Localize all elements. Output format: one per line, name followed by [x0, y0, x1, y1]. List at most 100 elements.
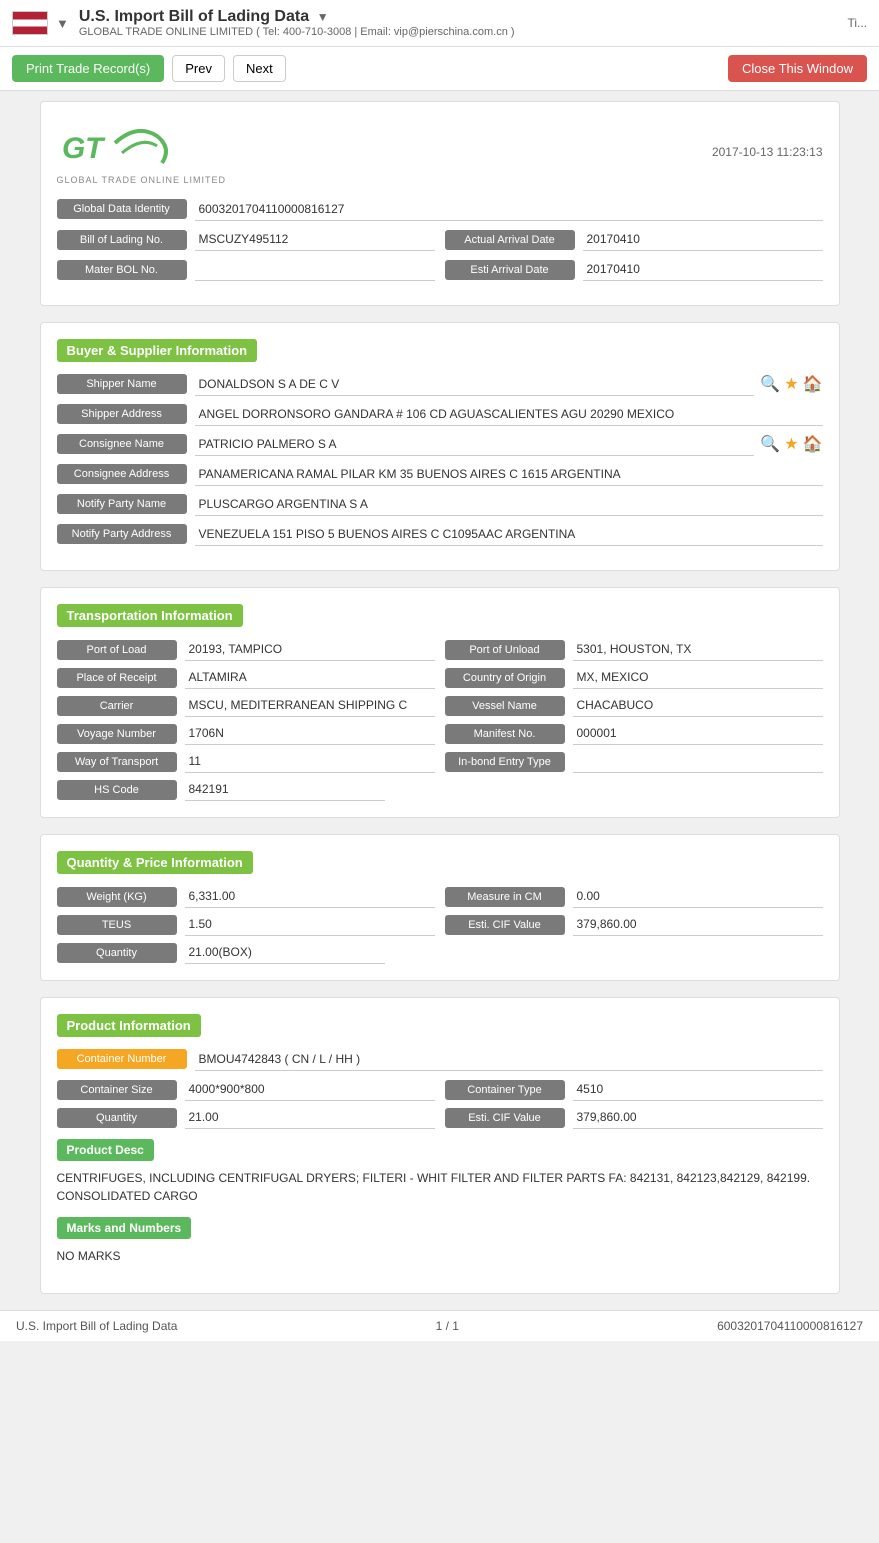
voyage-number-label: Voyage Number — [57, 724, 177, 744]
mater-bol-left: Mater BOL No. — [57, 259, 435, 281]
country-of-origin-label: Country of Origin — [445, 668, 565, 688]
home-icon[interactable]: 🏠 — [803, 374, 823, 394]
mater-bol-row: Mater BOL No. Esti Arrival Date 20170410 — [57, 259, 823, 281]
card-header: G T GLOBAL TRADE ONLINE LIMITED 2017-10-… — [57, 118, 823, 185]
esti-cif-qp-value: 379,860.00 — [573, 914, 823, 936]
shipper-icons: 🔍 ★ 🏠 — [760, 374, 822, 394]
manifest-no-cell: Manifest No. 000001 — [445, 723, 823, 745]
notify-party-address-row: Notify Party Address VENEZUELA 151 PISO … — [57, 524, 823, 546]
star-icon[interactable]: ★ — [784, 374, 798, 394]
way-of-transport-cell: Way of Transport 11 — [57, 751, 435, 773]
bol-label: Bill of Lading No. — [57, 230, 187, 250]
shipper-address-label: Shipper Address — [57, 404, 187, 424]
quantity-price-card: Quantity & Price Information Weight (KG)… — [40, 834, 840, 981]
weight-label: Weight (KG) — [57, 887, 177, 907]
notify-party-name-label: Notify Party Name — [57, 494, 187, 514]
timestamp: 2017-10-13 11:23:13 — [712, 145, 823, 159]
port-of-unload-value: 5301, HOUSTON, TX — [573, 639, 823, 661]
measure-value: 0.00 — [573, 886, 823, 908]
app-title: U.S. Import Bill of Lading Data — [79, 8, 309, 25]
quantity-qp-cell: Quantity 21.00(BOX) — [57, 942, 823, 964]
title-arrow: ▼ — [317, 10, 329, 24]
product-esti-cif-label: Esti. CIF Value — [445, 1108, 565, 1128]
quantity-qp-value: 21.00(BOX) — [185, 942, 385, 964]
svg-text:G: G — [62, 132, 85, 165]
buyer-supplier-card: Buyer & Supplier Information Shipper Nam… — [40, 322, 840, 571]
container-size-cell: Container Size 4000*900*800 — [57, 1079, 435, 1101]
mater-bol-value — [195, 259, 435, 281]
product-esti-cif-value: 379,860.00 — [573, 1107, 823, 1129]
dropdown-arrow: ▼ — [56, 16, 69, 31]
notify-party-address-label: Notify Party Address — [57, 524, 187, 544]
shipper-name-row: Shipper Name DONALDSON S A DE C V 🔍 ★ 🏠 — [57, 374, 823, 396]
marks-label: Marks and Numbers — [57, 1217, 192, 1239]
port-of-load-value: 20193, TAMPICO — [185, 639, 435, 661]
logo-area: G T GLOBAL TRADE ONLINE LIMITED — [57, 118, 227, 185]
quantity-price-grid: Weight (KG) 6,331.00 Measure in CM 0.00 … — [57, 886, 823, 964]
consignee-address-row: Consignee Address PANAMERICANA RAMAL PIL… — [57, 464, 823, 486]
search-icon[interactable]: 🔍 — [760, 374, 780, 394]
container-number-label: Container Number — [57, 1049, 187, 1069]
teus-label: TEUS — [57, 915, 177, 935]
port-of-load-cell: Port of Load 20193, TAMPICO — [57, 639, 435, 661]
country-of-origin-value: MX, MEXICO — [573, 667, 823, 689]
actual-arrival-value: 20170410 — [583, 229, 823, 251]
consignee-name-row: Consignee Name PATRICIO PALMERO S A 🔍 ★ … — [57, 434, 823, 456]
esti-cif-qp-label: Esti. CIF Value — [445, 915, 565, 935]
esti-arrival-right: Esti Arrival Date 20170410 — [445, 259, 823, 281]
weight-cell: Weight (KG) 6,331.00 — [57, 886, 435, 908]
prev-button[interactable]: Prev — [172, 55, 225, 82]
voyage-number-cell: Voyage Number 1706N — [57, 723, 435, 745]
esti-arrival-label: Esti Arrival Date — [445, 260, 575, 280]
way-of-transport-value: 11 — [185, 751, 435, 773]
consignee-icons: 🔍 ★ 🏠 — [760, 434, 822, 454]
subtitle: GLOBAL TRADE ONLINE LIMITED ( Tel: 400-7… — [79, 26, 515, 38]
print-button[interactable]: Print Trade Record(s) — [12, 55, 164, 82]
product-desc-label: Product Desc — [57, 1139, 154, 1161]
inbond-entry-value — [573, 751, 823, 773]
consignee-star-icon[interactable]: ★ — [784, 434, 798, 454]
footer-center: 1 / 1 — [436, 1319, 459, 1333]
main-content: G T GLOBAL TRADE ONLINE LIMITED 2017-10-… — [30, 101, 850, 1294]
container-number-value: BMOU4742843 ( CN / L / HH ) — [195, 1049, 823, 1071]
carrier-value: MSCU, MEDITERRANEAN SHIPPING C — [185, 695, 435, 717]
place-of-receipt-label: Place of Receipt — [57, 668, 177, 688]
product-quantity-value: 21.00 — [185, 1107, 435, 1129]
container-type-value: 4510 — [573, 1079, 823, 1101]
company-name: GLOBAL TRADE ONLINE LIMITED — [57, 175, 227, 185]
port-of-unload-label: Port of Unload — [445, 640, 565, 660]
marks-section: Marks and Numbers NO MARKS — [57, 1217, 823, 1265]
esti-cif-qp-cell: Esti. CIF Value 379,860.00 — [445, 914, 823, 936]
inbond-entry-label: In-bond Entry Type — [445, 752, 565, 772]
country-of-origin-cell: Country of Origin MX, MEXICO — [445, 667, 823, 689]
vessel-name-cell: Vessel Name CHACABUCO — [445, 695, 823, 717]
consignee-home-icon[interactable]: 🏠 — [803, 434, 823, 454]
place-of-receipt-cell: Place of Receipt ALTAMIRA — [57, 667, 435, 689]
global-data-identity-value: 6003201704110000816127 — [195, 199, 823, 221]
global-data-identity-row: Global Data Identity 6003201704110000816… — [57, 199, 823, 221]
marks-value: NO MARKS — [57, 1247, 823, 1265]
consignee-name-value: PATRICIO PALMERO S A — [195, 434, 755, 456]
way-of-transport-label: Way of Transport — [57, 752, 177, 772]
top-bar-right-text: Ti... — [847, 16, 867, 30]
transportation-card: Transportation Information Port of Load … — [40, 587, 840, 818]
next-button[interactable]: Next — [233, 55, 286, 82]
svg-text:T: T — [85, 132, 106, 165]
shipper-address-value: ANGEL DORRONSORO GANDARA # 106 CD AGUASC… — [195, 404, 823, 426]
voyage-number-value: 1706N — [185, 723, 435, 745]
weight-value: 6,331.00 — [185, 886, 435, 908]
bol-left: Bill of Lading No. MSCUZY495112 — [57, 229, 435, 251]
transportation-title: Transportation Information — [57, 604, 243, 627]
mater-bol-label: Mater BOL No. — [57, 260, 187, 280]
manifest-no-value: 000001 — [573, 723, 823, 745]
close-button[interactable]: Close This Window — [728, 55, 867, 82]
consignee-address-value: PANAMERICANA RAMAL PILAR KM 35 BUENOS AI… — [195, 464, 823, 486]
notify-party-name-value: PLUSCARGO ARGENTINA S A — [195, 494, 823, 516]
esti-arrival-value: 20170410 — [583, 259, 823, 281]
product-quantity-label: Quantity — [57, 1108, 177, 1128]
vessel-name-label: Vessel Name — [445, 696, 565, 716]
carrier-cell: Carrier MSCU, MEDITERRANEAN SHIPPING C — [57, 695, 435, 717]
port-of-unload-cell: Port of Unload 5301, HOUSTON, TX — [445, 639, 823, 661]
carrier-label: Carrier — [57, 696, 177, 716]
consignee-search-icon[interactable]: 🔍 — [760, 434, 780, 454]
